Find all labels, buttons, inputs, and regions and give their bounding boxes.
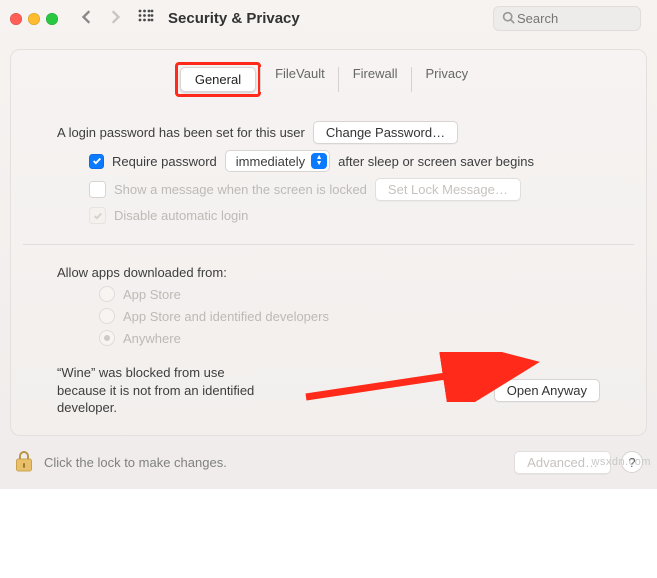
require-password-checkbox[interactable] <box>89 154 104 169</box>
login-password-text: A login password has been set for this u… <box>57 125 305 140</box>
radio-identified-devs-label: App Store and identified developers <box>123 309 329 324</box>
radio-anywhere-label: Anywhere <box>123 331 181 346</box>
tab-filevault[interactable]: FileVault <box>261 62 339 97</box>
page-title: Security & Privacy <box>168 10 300 27</box>
zoom-window-button[interactable] <box>46 13 58 25</box>
downloads-section: Allow apps downloaded from: App Store Ap… <box>11 249 646 346</box>
lock-icon[interactable] <box>14 450 34 475</box>
show-all-icon[interactable] <box>138 9 154 28</box>
blocked-app-row: “Wine” was blocked from use because it i… <box>11 352 646 423</box>
show-lock-message-label: Show a message when the screen is locked <box>114 182 367 197</box>
radio-anywhere <box>99 330 115 346</box>
require-password-delay-select[interactable]: immediately ▲▼ <box>225 150 330 172</box>
tab-bar: General FileVault Firewall Privacy <box>11 50 646 105</box>
section-divider <box>23 244 634 245</box>
preferences-window: Security & Privacy General FileVault Fir… <box>0 0 657 489</box>
radio-identified-devs <box>99 308 115 324</box>
radio-app-store <box>99 286 115 302</box>
watermark: wsxdn.com <box>591 456 651 468</box>
require-password-label-pre: Require password <box>112 154 217 169</box>
window-controls <box>10 13 58 25</box>
show-lock-message-checkbox <box>89 181 106 198</box>
change-password-button[interactable]: Change Password… <box>313 121 458 144</box>
open-anyway-button[interactable]: Open Anyway <box>494 379 600 402</box>
minimize-window-button[interactable] <box>28 13 40 25</box>
annotation-highlight: General <box>175 62 261 97</box>
require-password-delay-value: immediately <box>236 154 305 169</box>
search-icon <box>502 11 515 27</box>
back-button[interactable] <box>80 10 94 27</box>
require-password-label-post: after sleep or screen saver begins <box>338 154 534 169</box>
select-stepper-icon: ▲▼ <box>311 153 327 169</box>
footer: Click the lock to make changes. Advanced… <box>0 436 657 489</box>
titlebar: Security & Privacy <box>0 0 657 37</box>
close-window-button[interactable] <box>10 13 22 25</box>
tab-general[interactable]: General <box>180 67 256 92</box>
disable-auto-login-label: Disable automatic login <box>114 208 248 223</box>
search-field[interactable] <box>493 6 641 31</box>
downloads-heading: Allow apps downloaded from: <box>57 265 227 280</box>
disable-auto-login-checkbox <box>89 207 106 224</box>
blocked-app-message: “Wine” was blocked from use because it i… <box>57 364 263 417</box>
forward-button[interactable] <box>108 10 122 27</box>
preferences-card: General FileVault Firewall Privacy A log… <box>10 49 647 436</box>
password-section: A login password has been set for this u… <box>11 105 646 224</box>
search-input[interactable] <box>515 10 632 27</box>
tab-privacy[interactable]: Privacy <box>412 62 483 97</box>
radio-app-store-label: App Store <box>123 287 181 302</box>
nav-arrows <box>80 10 122 27</box>
set-lock-message-button: Set Lock Message… <box>375 178 521 201</box>
tab-firewall[interactable]: Firewall <box>339 62 412 97</box>
lock-message: Click the lock to make changes. <box>44 455 227 470</box>
